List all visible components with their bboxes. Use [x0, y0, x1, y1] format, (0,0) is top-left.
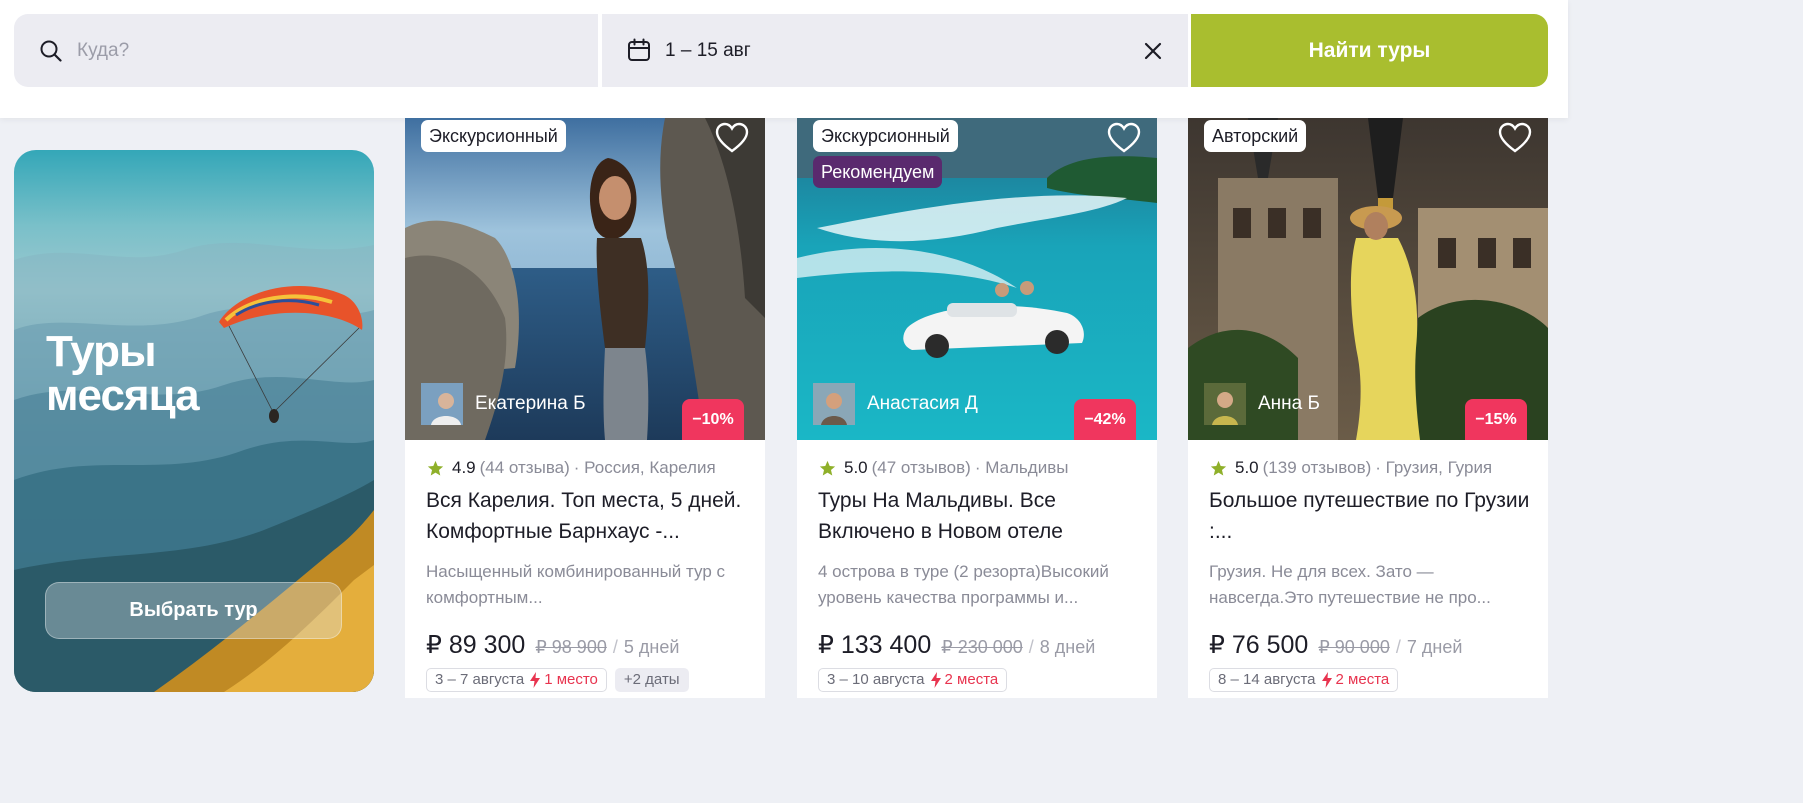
tour-title[interactable]: Туры На Мальдивы. Все Включено в Новом о… [818, 485, 1143, 547]
clear-dates-button[interactable] [1140, 38, 1166, 64]
tour-description: Насыщенный комбинированный тур с комфорт… [426, 562, 725, 607]
old-price: ₽ 230 000 [941, 637, 1023, 657]
rating-row: 5.0 (139 отзывов) · Грузия, Гурия [1210, 458, 1492, 478]
current-price: ₽ 76 500 [1209, 631, 1309, 659]
recommended-badge: Рекомендуем [813, 156, 943, 188]
lightning-icon [530, 672, 541, 688]
tour-type-badge: Экскурсионный [813, 120, 958, 152]
date-chip[interactable]: 3 – 10 августа 2 места [818, 668, 1008, 692]
search-bar: Куда? 1 – 15 авг Найти туры [0, 0, 1568, 118]
date-range-input[interactable]: 1 – 15 авг [602, 14, 1188, 87]
price-separator: / [612, 637, 618, 657]
lightning-icon [1321, 672, 1332, 688]
dates-row: 8 – 14 августа 2 места [1209, 668, 1399, 692]
rating-value: 4.9 [452, 458, 476, 477]
guide-avatar [421, 383, 463, 425]
date-range: 3 – 10 августа [827, 671, 925, 688]
tour-card[interactable]: Экскурсионный Рекомендуем Анастасия Д −4… [797, 118, 1157, 698]
tour-type-badge: Авторский [1204, 120, 1307, 152]
rating-row: 4.9 (44 отзыва) · Россия, Карелия [427, 458, 716, 478]
guide-info[interactable]: Анастасия Д [813, 383, 978, 425]
star-icon [819, 460, 836, 475]
tour-duration: 8 дней [1039, 637, 1096, 657]
tour-title[interactable]: Вся Карелия. Топ места, 5 дней. Комфортн… [426, 485, 751, 547]
guide-avatar [1204, 383, 1246, 425]
price-separator: / [1395, 637, 1401, 657]
price-separator: / [1028, 637, 1034, 657]
price-row: ₽ 89 300 ₽ 98 900 / 5 дней [426, 630, 679, 660]
more-dates-button[interactable]: +2 даты [614, 668, 689, 692]
lightning-icon [930, 672, 941, 688]
rating-value: 5.0 [1235, 458, 1259, 477]
date-range-value: 1 – 15 авг [665, 40, 751, 61]
tour-location: · Россия, Карелия [573, 458, 716, 477]
price-row: ₽ 76 500 ₽ 90 000 / 7 дней [1209, 630, 1462, 660]
guide-avatar [813, 383, 855, 425]
date-range: 3 – 7 августа [435, 671, 525, 688]
tour-type-badge: Экскурсионный [421, 120, 566, 152]
guide-name: Анна Б [1258, 393, 1320, 414]
tour-image[interactable]: Экскурсионный Екатерина Б −10% [405, 118, 765, 440]
tour-image[interactable]: Авторский Анна Б −15% [1188, 118, 1548, 440]
close-icon [1144, 42, 1162, 60]
reviews-count[interactable]: (44 отзыва) [480, 458, 570, 478]
discount-badge: −10% [682, 399, 744, 440]
heart-icon [1107, 122, 1141, 153]
discount-badge: −15% [1465, 399, 1527, 440]
tour-image[interactable]: Экскурсионный Рекомендуем Анастасия Д −4… [797, 118, 1157, 440]
tour-description: Грузия. Не для всех. Зато — навсегда.Это… [1209, 562, 1491, 607]
tour-card[interactable]: Экскурсионный Екатерина Б −10% 4.9 (44 о… [405, 118, 765, 698]
favorite-button[interactable] [1498, 122, 1532, 156]
tour-location: · Грузия, Гурия [1375, 458, 1493, 477]
current-price: ₽ 133 400 [818, 631, 932, 659]
tour-duration: 7 дней [1406, 637, 1463, 657]
favorite-button[interactable] [1107, 122, 1141, 156]
guide-name: Екатерина Б [475, 393, 586, 414]
current-price: ₽ 89 300 [426, 631, 526, 659]
heart-icon [715, 122, 749, 153]
star-icon [1210, 460, 1227, 475]
tour-location: · Мальдивы [974, 458, 1069, 477]
tour-description: 4 острова в туре (2 резорта)Высокий уров… [818, 562, 1109, 607]
date-chip[interactable]: 3 – 7 августа 1 место [426, 668, 607, 692]
tour-card[interactable]: Авторский Анна Б −15% 5.0 (139 отзывов) … [1188, 118, 1548, 698]
favorite-button[interactable] [715, 122, 749, 156]
destination-search-input[interactable]: Куда? [14, 14, 598, 87]
guide-info[interactable]: Анна Б [1204, 383, 1320, 425]
promo-card-tours-of-month[interactable]: Туры месяца Выбрать тур [14, 150, 374, 692]
dates-row: 3 – 10 августа 2 места [818, 668, 1008, 692]
seats-left: 1 место [544, 671, 598, 688]
date-chip[interactable]: 8 – 14 августа 2 места [1209, 668, 1399, 692]
seats-left: 2 места [1335, 671, 1390, 688]
old-price: ₽ 98 900 [535, 637, 607, 657]
tour-duration: 5 дней [623, 637, 680, 657]
rating-value: 5.0 [844, 458, 868, 477]
date-range: 8 – 14 августа [1218, 671, 1316, 688]
find-tours-button[interactable]: Найти туры [1191, 14, 1548, 87]
choose-tour-button[interactable]: Выбрать тур [45, 582, 342, 639]
promo-title: Туры месяца [46, 327, 200, 420]
seats-left: 2 места [944, 671, 999, 688]
dates-row: 3 – 7 августа 1 место +2 даты [426, 668, 689, 692]
calendar-icon [627, 38, 651, 67]
reviews-count[interactable]: (47 отзывов) [872, 458, 971, 478]
star-icon [427, 460, 444, 475]
heart-icon [1498, 122, 1532, 153]
guide-info[interactable]: Екатерина Б [421, 383, 586, 425]
guide-name: Анастасия Д [867, 393, 978, 414]
discount-badge: −42% [1074, 399, 1136, 440]
rating-row: 5.0 (47 отзывов) · Мальдивы [819, 458, 1068, 478]
search-icon [40, 40, 62, 67]
tour-title[interactable]: Большое путешествие по Грузии :... [1209, 485, 1534, 547]
reviews-count[interactable]: (139 отзывов) [1263, 458, 1372, 478]
search-placeholder: Куда? [77, 40, 130, 61]
old-price: ₽ 90 000 [1318, 637, 1390, 657]
price-row: ₽ 133 400 ₽ 230 000 / 8 дней [818, 630, 1095, 660]
